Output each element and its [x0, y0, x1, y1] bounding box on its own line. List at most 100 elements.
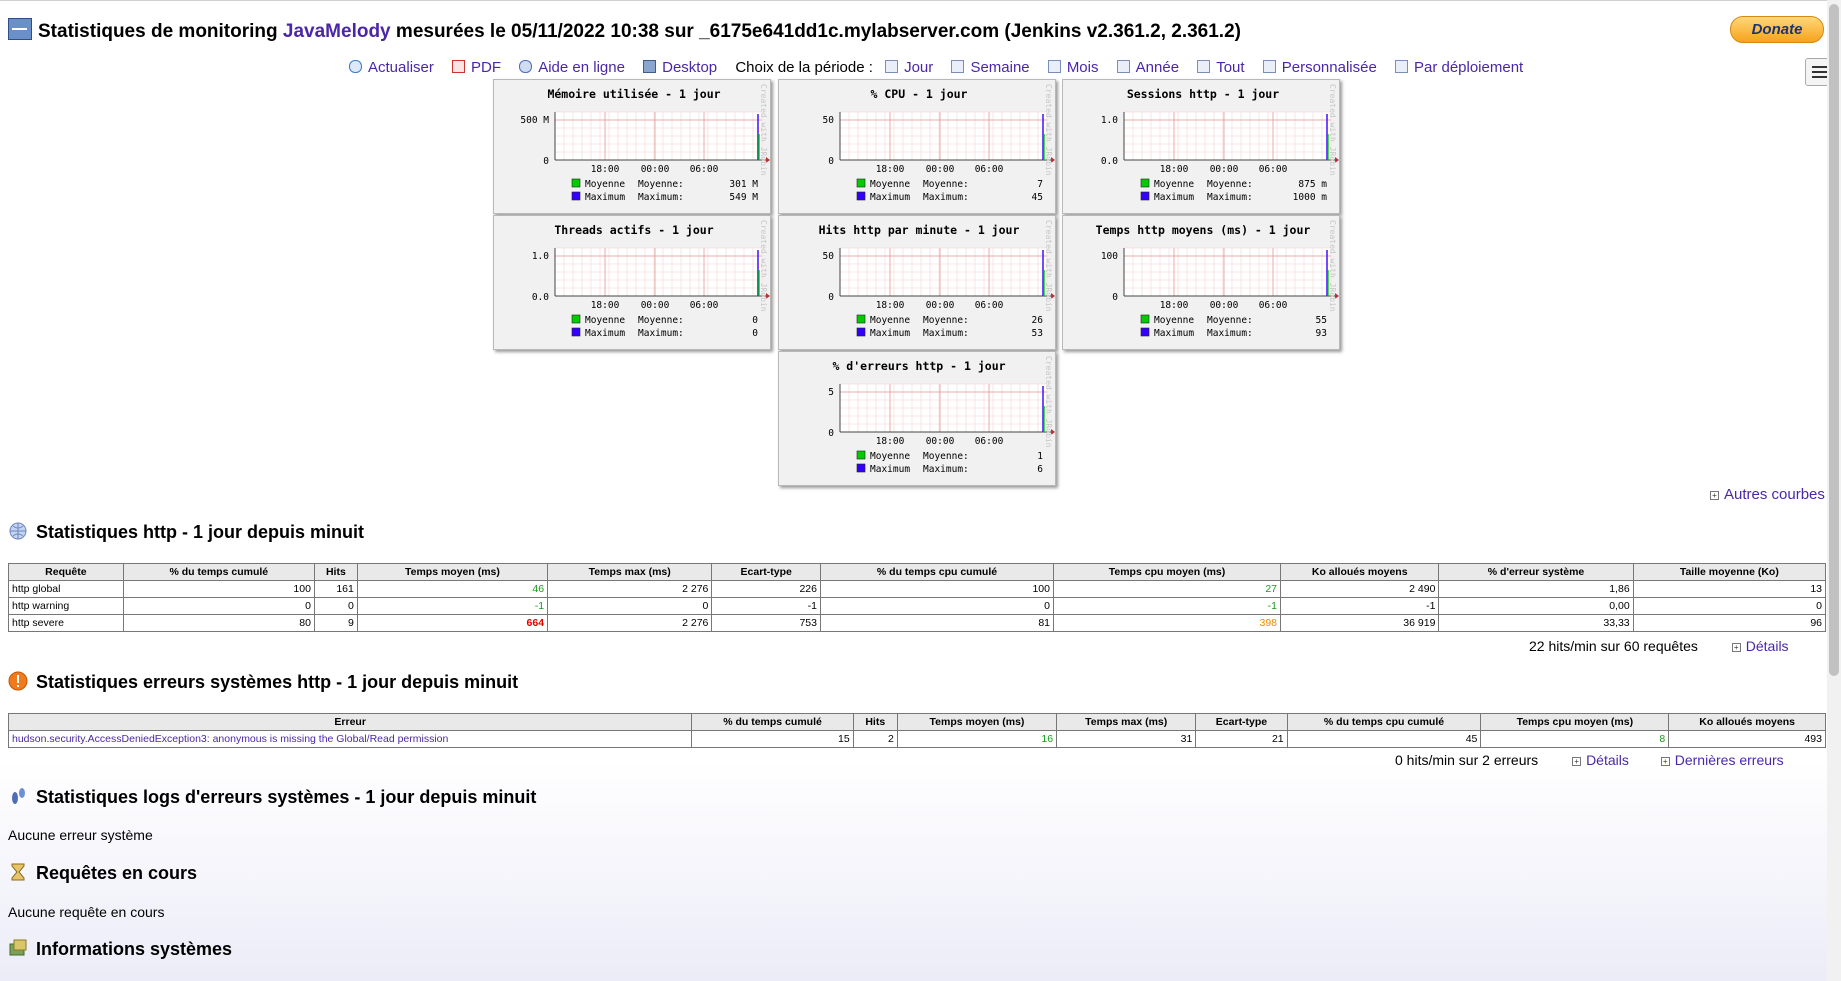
- table-header[interactable]: Hits: [852, 713, 898, 731]
- legend-stat-value: 6: [1037, 464, 1043, 475]
- table-cell: -1: [711, 597, 821, 615]
- legend-label: Moyenne: [585, 179, 625, 190]
- javamelody-link[interactable]: JavaMelody: [283, 21, 391, 42]
- chart-svg: Mémoire utilisée - 1 jour 18:00 00:00 06:00…: [520, 87, 770, 203]
- table-cell: 0: [1632, 597, 1827, 615]
- table-header[interactable]: % du temps cpu cumulé: [1286, 713, 1482, 731]
- y-tick-label: 0: [543, 156, 549, 167]
- table-cell: -1: [356, 597, 549, 615]
- table-header[interactable]: Temps cpu moyen (ms): [1052, 563, 1282, 581]
- period-week-link[interactable]: Semaine: [951, 59, 1030, 76]
- errors-stats-footer: 0 hits/min sur 2 erreurs + Détails + Derni…: [1395, 752, 1784, 768]
- table-cell: 100: [820, 580, 1054, 598]
- more-curves-link[interactable]: + Autres courbes: [1710, 486, 1825, 503]
- period-year-link[interactable]: Année: [1116, 59, 1179, 76]
- table-header[interactable]: Hits: [313, 563, 358, 581]
- legend-stat-value: 1: [1037, 451, 1043, 462]
- table-cell: 27: [1052, 580, 1282, 598]
- y-tick-label: 50: [823, 115, 835, 126]
- table-cell: 226: [711, 580, 821, 598]
- table-cell: -1: [1280, 597, 1440, 615]
- legend-stat-value: 0: [752, 328, 758, 339]
- table-header[interactable]: Ko alloués moyens: [1280, 563, 1440, 581]
- table-header[interactable]: Temps max (ms): [1056, 713, 1197, 731]
- legend-stat-value: 7: [1037, 179, 1043, 190]
- period-custom-link[interactable]: Personnalisée: [1262, 59, 1377, 76]
- table-header[interactable]: Temps max (ms): [547, 563, 713, 581]
- table-header[interactable]: % d'erreur système: [1438, 563, 1634, 581]
- calendar-icon: [1047, 60, 1061, 73]
- x-tick-label: 00:00: [926, 436, 955, 447]
- table-header[interactable]: Requête: [8, 563, 124, 581]
- http-details-link[interactable]: + Détails: [1731, 638, 1789, 654]
- error-link[interactable]: hudson.security.AccessDeniedException3: …: [12, 733, 448, 745]
- x-tick-label: 06:00: [1259, 164, 1288, 175]
- table-header[interactable]: Taille moyenne (Ko): [1632, 563, 1827, 581]
- legend-swatch: [571, 191, 581, 201]
- chart-http-time[interactable]: Temps http moyens (ms) - 1 jour 18:00 00:0…: [1062, 215, 1340, 350]
- table-header[interactable]: % du temps cumulé: [691, 713, 854, 731]
- chart-threads[interactable]: Threads actifs - 1 jour 18:00 00:00 06:00 1.…: [493, 215, 771, 350]
- period-deploy-link[interactable]: Par déploiement: [1394, 59, 1523, 76]
- pdf-link[interactable]: PDF: [452, 59, 501, 76]
- help-link[interactable]: Aide en ligne: [519, 59, 625, 76]
- y-tick-label: 500 M: [520, 115, 549, 126]
- table-cell: 0: [122, 597, 315, 615]
- table-cell: 2 490: [1280, 580, 1440, 598]
- table-header[interactable]: Temps cpu moyen (ms): [1480, 713, 1670, 731]
- table-header[interactable]: Temps moyen (ms): [896, 713, 1058, 731]
- x-tick-label: 00:00: [641, 164, 670, 175]
- table-header[interactable]: Ecart-type: [1195, 713, 1288, 731]
- errors-details-link[interactable]: + Détails: [1572, 752, 1629, 768]
- chart-svg: % d'erreurs http - 1 jour 18:00 00:00 06:00…: [828, 359, 1055, 475]
- pdf-icon: [452, 60, 466, 73]
- table-header[interactable]: Erreur: [7, 713, 693, 731]
- table-header[interactable]: Ko alloués moyens: [1668, 713, 1826, 731]
- period-day-link[interactable]: Jour: [885, 59, 933, 76]
- legend-swatch: [571, 314, 581, 324]
- current-requests-title: Requêtes en cours: [8, 862, 197, 884]
- legend-label: Maximum: [585, 328, 625, 339]
- last-errors-link[interactable]: + Dernières erreurs: [1660, 752, 1784, 768]
- donate-button[interactable]: Donate: [1730, 16, 1824, 43]
- chart-hits[interactable]: Hits http par minute - 1 jour 18:00 00:00 0…: [778, 215, 1056, 350]
- chart-svg: Hits http par minute - 1 jour 18:00 00:00 0…: [819, 223, 1055, 339]
- table-cell: 753: [711, 614, 821, 632]
- legend-stat-label: Maximum:: [1207, 328, 1253, 339]
- table-header[interactable]: % du temps cpu cumulé: [820, 563, 1054, 581]
- legend-label: Moyenne: [870, 451, 910, 462]
- legend-swatch: [856, 191, 866, 201]
- table-cell: 31: [1056, 730, 1197, 748]
- table-cell: 100: [122, 580, 315, 598]
- legend-swatch: [856, 450, 866, 460]
- y-tick-label: 50: [823, 251, 835, 262]
- legend-stat-label: Maximum:: [923, 464, 969, 475]
- legend-stat-label: Maximum:: [923, 192, 969, 203]
- period-all-link[interactable]: Tout: [1197, 59, 1245, 76]
- legend-stat-value: 53: [1032, 328, 1043, 339]
- period-month-link[interactable]: Mois: [1047, 59, 1098, 76]
- chart-memory[interactable]: Mémoire utilisée - 1 jour 18:00 00:00 06:00…: [493, 79, 771, 214]
- table-cell: 664: [356, 614, 549, 632]
- table-cell: 0: [547, 597, 713, 615]
- x-tick-label: 18:00: [1160, 300, 1189, 311]
- chart-http-errors[interactable]: % d'erreurs http - 1 jour 18:00 00:00 06:00…: [778, 351, 1056, 486]
- table-cell: http global: [8, 580, 124, 598]
- scrollbar-thumb[interactable]: [1829, 4, 1839, 676]
- table-header[interactable]: % du temps cumulé: [122, 563, 315, 581]
- legend-label: Maximum: [870, 192, 910, 203]
- legend-label: Maximum: [870, 328, 910, 339]
- chart-sessions[interactable]: Sessions http - 1 jour 18:00 00:00 06:00 1.0…: [1062, 79, 1340, 214]
- refresh-link[interactable]: Actualiser: [349, 59, 434, 76]
- legend-stat-label: Moyenne:: [1207, 315, 1253, 326]
- table-header[interactable]: Ecart-type: [711, 563, 821, 581]
- no-current-request-text: Aucune requête en cours: [8, 904, 165, 920]
- scrollbar[interactable]: [1827, 0, 1841, 981]
- desktop-icon: [643, 60, 657, 73]
- expand-icon: +: [1660, 757, 1670, 766]
- table-cell: http warning: [8, 597, 124, 615]
- table-header[interactable]: Temps moyen (ms): [356, 563, 549, 581]
- desktop-link[interactable]: Desktop: [643, 59, 717, 76]
- chart-cpu[interactable]: % CPU - 1 jour 18:00 00:00 06:00 50 0 Moyenne M…: [778, 79, 1056, 214]
- legend-label: Maximum: [870, 464, 910, 475]
